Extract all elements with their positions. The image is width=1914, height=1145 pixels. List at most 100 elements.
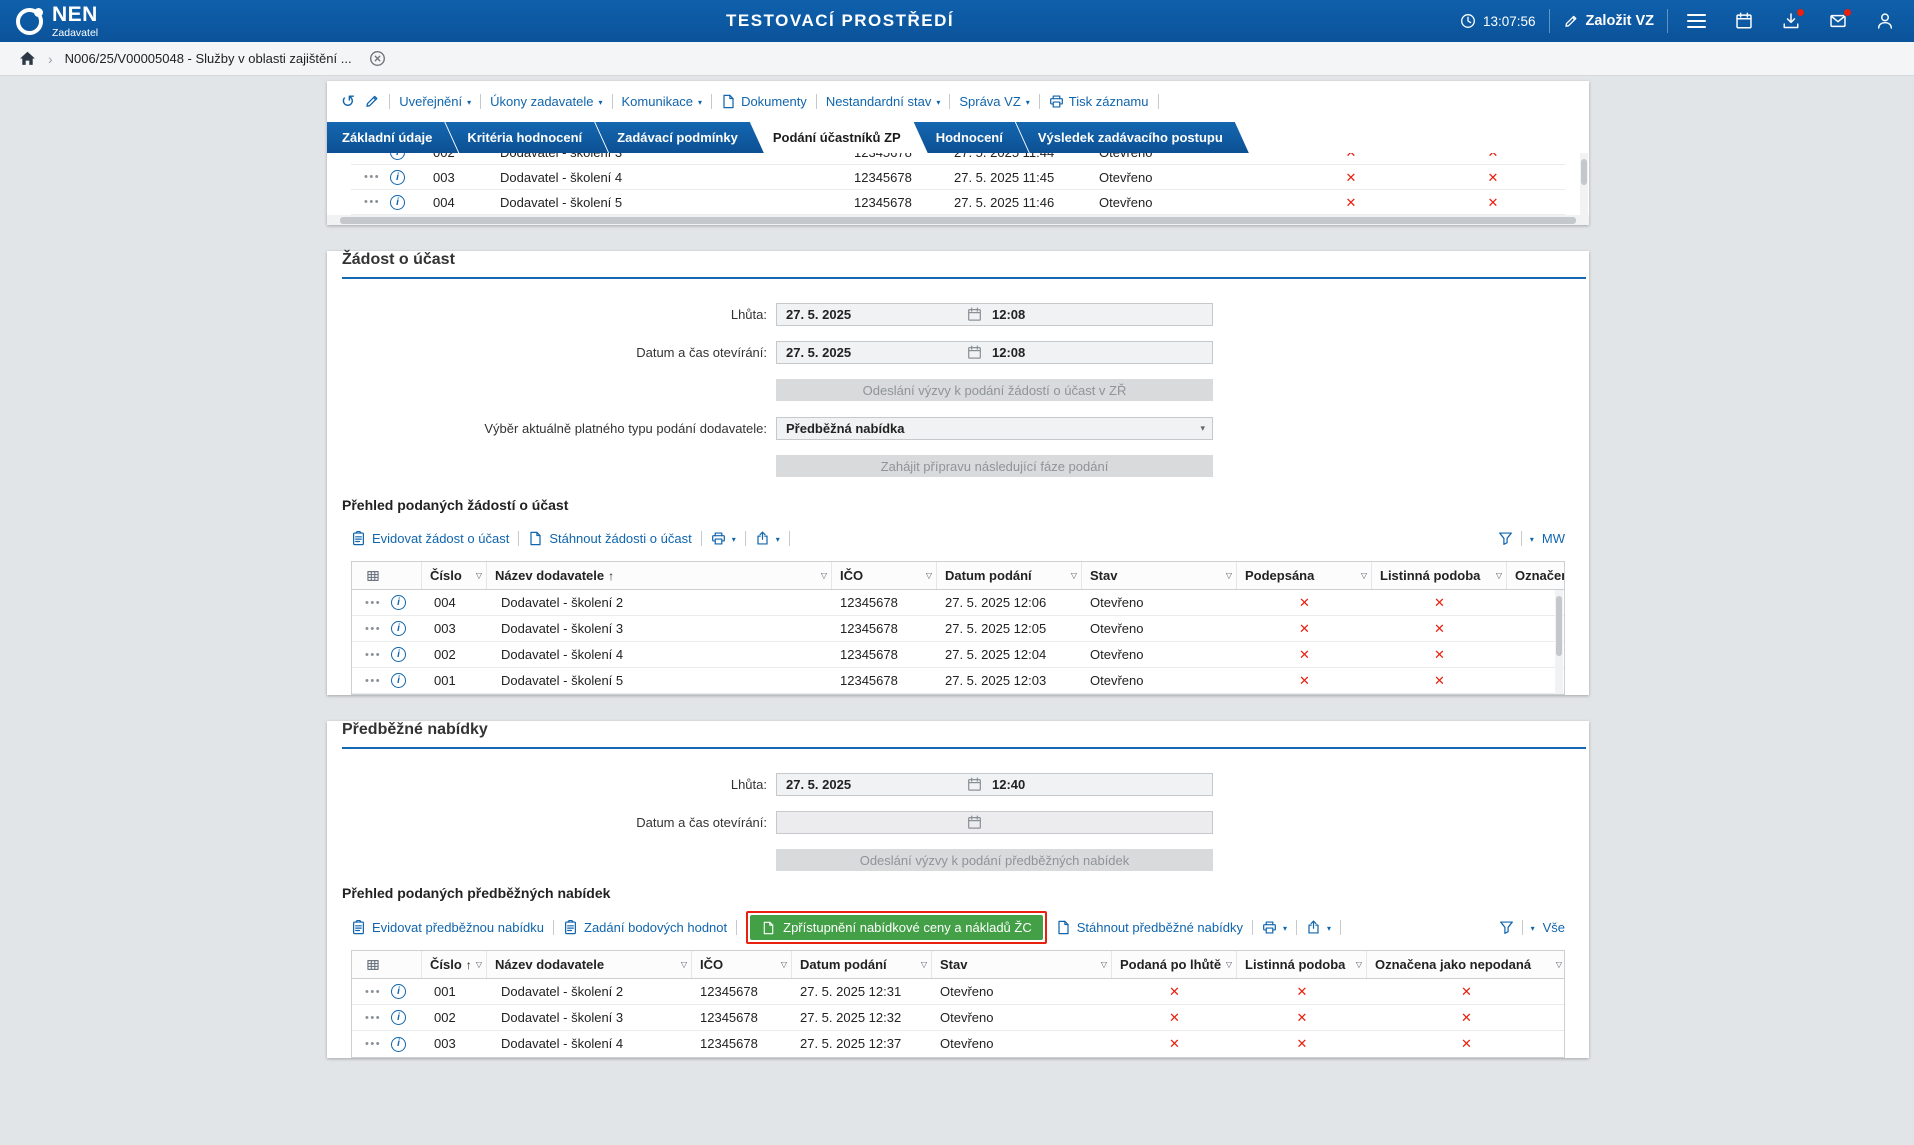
user-icon[interactable] xyxy=(1876,12,1894,30)
select-columns-header[interactable] xyxy=(352,562,422,589)
filter-chevron-icon[interactable] xyxy=(1361,562,1367,589)
edit-icon[interactable] xyxy=(364,93,380,109)
filter-chevron-icon[interactable] xyxy=(1496,562,1502,589)
print-button[interactable] xyxy=(1262,920,1287,935)
col-header-podana-po-lhute[interactable]: Podaná po lhůtě xyxy=(1112,951,1237,978)
tab-vysledek-zadavaciho-postupu[interactable]: Výsledek zadávacího postupu xyxy=(1016,122,1249,153)
table-row[interactable]: 002 Dodavatel - školení 3 12345678 27. 5… xyxy=(352,1005,1564,1031)
col-header-oznacena[interactable]: Označena jako nepodaná xyxy=(1507,562,1565,589)
filter-icon[interactable] xyxy=(1498,531,1513,546)
row-menu-icon[interactable] xyxy=(365,642,381,667)
row-menu-icon[interactable] xyxy=(365,590,381,615)
chevron-down-icon[interactable] xyxy=(1531,924,1535,933)
row-menu-icon[interactable] xyxy=(365,616,381,641)
col-header-stav[interactable]: Stav xyxy=(932,951,1112,978)
tab-podani-ucastniku-zp[interactable]: Podání účastníků ZP xyxy=(751,122,927,153)
calendar-icon[interactable] xyxy=(967,307,982,322)
tab-kriteria-hodnoceni[interactable]: Kritéria hodnocení xyxy=(445,122,608,153)
col-header-dodavatel[interactable]: Název dodavatele xyxy=(487,951,692,978)
nen-logo[interactable]: NEN Zadavatel xyxy=(0,4,98,39)
otevirani-field[interactable]: 27. 5. 2025 12:08 xyxy=(776,341,1213,364)
info-icon[interactable] xyxy=(391,621,406,636)
stahnout-predbezne-button[interactable]: Stáhnout předběžné nabídky xyxy=(1056,920,1243,935)
row-menu-icon[interactable] xyxy=(365,979,381,1004)
info-icon[interactable] xyxy=(391,595,406,610)
col-header-cislo[interactable]: Číslo xyxy=(422,951,487,978)
create-vz-button[interactable]: Založit VZ xyxy=(1563,13,1654,29)
row-menu-icon[interactable] xyxy=(364,190,380,214)
view-selector[interactable]: MW xyxy=(1542,531,1565,546)
table-row[interactable]: 004 Dodavatel - školení 5 12345678 27. 5… xyxy=(351,190,1565,215)
row-menu-icon[interactable] xyxy=(365,1031,381,1057)
filter-chevron-icon[interactable] xyxy=(1556,951,1562,978)
send-request-button[interactable]: Odeslání výzvy k podání předběžných nabí… xyxy=(776,849,1213,871)
export-button[interactable] xyxy=(1306,920,1331,935)
vertical-scrollbar[interactable] xyxy=(1580,153,1588,215)
filter-chevron-icon[interactable] xyxy=(1226,562,1232,589)
menu-dokumenty[interactable]: Dokumenty xyxy=(721,94,807,109)
table-row[interactable]: 003 Dodavatel - školení 4 12345678 27. 5… xyxy=(351,165,1565,190)
zpristupneni-ceny-button[interactable]: Zpřístupnění nabídkové ceny a nákladů ŽC xyxy=(750,915,1043,940)
table-row[interactable]: 002 Dodavatel - školení 4 12345678 27. 5… xyxy=(352,642,1564,668)
scrollbar-thumb[interactable] xyxy=(1556,596,1562,656)
messages-icon[interactable] xyxy=(1829,12,1847,30)
table-row[interactable]: 002 Dodavatel - školení 3 12345678 27. 5… xyxy=(351,153,1565,165)
lhuta-field[interactable]: 27. 5. 2025 12:08 xyxy=(776,303,1213,326)
calendar-icon[interactable] xyxy=(967,345,982,360)
next-phase-button[interactable]: Zahájit přípravu následující fáze podání xyxy=(776,455,1213,477)
vertical-scrollbar[interactable] xyxy=(1555,590,1563,694)
stahnout-zadosti-button[interactable]: Stáhnout žádosti o účast xyxy=(528,531,691,546)
menu-sprava-vz[interactable]: Správa VZ xyxy=(959,94,1029,109)
filter-chevron-icon[interactable] xyxy=(1101,951,1107,978)
filter-chevron-icon[interactable] xyxy=(781,951,787,978)
filter-chevron-icon[interactable] xyxy=(476,951,482,978)
filter-chevron-icon[interactable] xyxy=(681,951,687,978)
print-button[interactable] xyxy=(711,531,736,546)
filter-chevron-icon[interactable] xyxy=(921,951,927,978)
tab-zadavaci-podminky[interactable]: Zadávací podmínky xyxy=(595,122,764,153)
col-header-ico[interactable]: IČO xyxy=(692,951,792,978)
breadcrumb-record-link[interactable]: N006/25/V00005048 - Služby v oblasti zaj… xyxy=(65,51,352,66)
info-icon[interactable] xyxy=(390,195,405,210)
menu-uverejneni[interactable]: Uveřejnění xyxy=(399,94,471,109)
evidovat-predbeznou-button[interactable]: Evidovat předběžnou nabídku xyxy=(351,920,544,935)
info-icon[interactable] xyxy=(391,984,406,999)
horizontal-scrollbar[interactable] xyxy=(327,215,1589,225)
menu-nestandardni-stav[interactable]: Nestandardní stav xyxy=(826,94,941,109)
table-row[interactable]: 003 Dodavatel - školení 3 12345678 27. 5… xyxy=(352,616,1564,642)
col-header-ico[interactable]: IČO xyxy=(832,562,937,589)
info-icon[interactable] xyxy=(390,153,405,160)
menu-ukony-zadavatele[interactable]: Úkony zadavatele xyxy=(490,94,602,109)
table-row[interactable]: 001 Dodavatel - školení 2 12345678 27. 5… xyxy=(352,979,1564,1005)
chevron-down-icon[interactable] xyxy=(1530,535,1534,544)
scrollbar-thumb[interactable] xyxy=(1581,159,1587,185)
col-header-listinna[interactable]: Listinná podoba xyxy=(1372,562,1507,589)
podani-type-select[interactable]: Předběžná nabídka xyxy=(776,417,1213,440)
export-button[interactable] xyxy=(755,531,780,546)
scrollbar-thumb[interactable] xyxy=(340,217,1577,224)
info-icon[interactable] xyxy=(391,1037,406,1052)
tab-hodnoceni[interactable]: Hodnocení xyxy=(914,122,1029,153)
calendar-icon[interactable] xyxy=(967,815,982,830)
col-header-cislo[interactable]: Číslo xyxy=(422,562,487,589)
filter-chevron-icon[interactable] xyxy=(1356,951,1362,978)
select-columns-header[interactable] xyxy=(352,951,422,978)
col-header-dodavatel[interactable]: Název dodavatele xyxy=(487,562,832,589)
otevirani-field[interactable] xyxy=(776,811,1213,834)
row-menu-icon[interactable] xyxy=(364,165,380,189)
tab-zakladni-udaje[interactable]: Základní údaje xyxy=(327,122,458,153)
view-selector[interactable]: Vše xyxy=(1543,920,1565,935)
menu-komunikace[interactable]: Komunikace xyxy=(622,94,703,109)
filter-icon[interactable] xyxy=(1499,920,1514,935)
table-row[interactable]: 004 Dodavatel - školení 2 12345678 27. 5… xyxy=(352,590,1564,616)
home-icon[interactable] xyxy=(19,50,36,67)
table-row[interactable]: 001 Dodavatel - školení 5 12345678 27. 5… xyxy=(352,668,1564,694)
calendar-icon[interactable] xyxy=(1735,12,1753,30)
col-header-datum[interactable]: Datum podání xyxy=(792,951,932,978)
info-icon[interactable] xyxy=(391,647,406,662)
filter-chevron-icon[interactable] xyxy=(476,562,482,589)
menu-tisk-zaznamu[interactable]: Tisk záznamu xyxy=(1049,94,1149,109)
zadani-bodovych-hodnot-button[interactable]: Zadání bodových hodnot xyxy=(563,920,727,935)
row-menu-icon[interactable] xyxy=(365,668,381,693)
table-row[interactable]: 003 Dodavatel - školení 4 12345678 27. 5… xyxy=(352,1031,1564,1057)
